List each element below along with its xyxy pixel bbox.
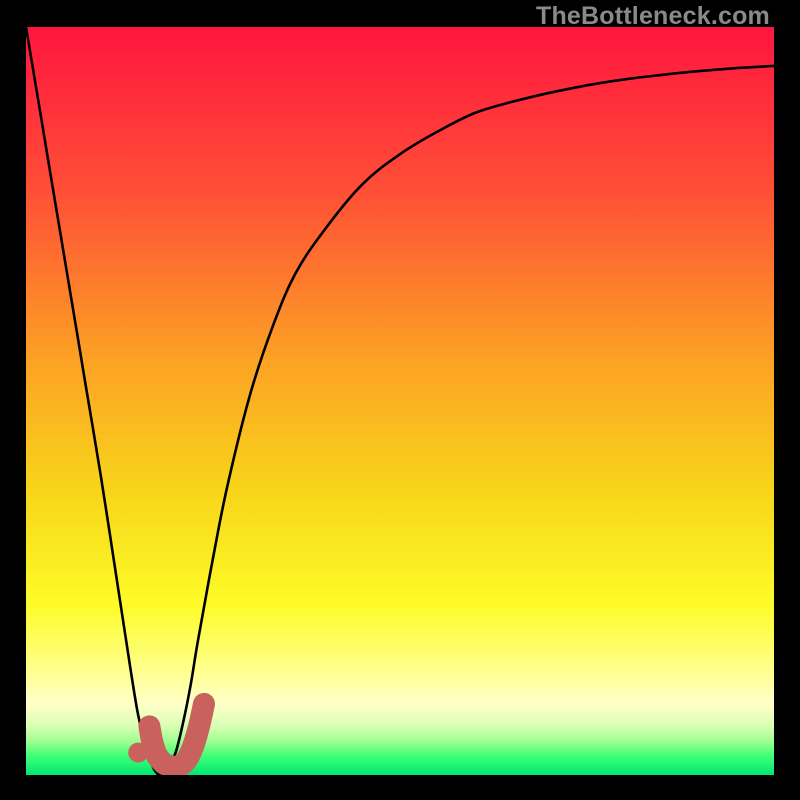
bottleneck-curve bbox=[26, 27, 774, 775]
j-marker-dot bbox=[128, 743, 148, 763]
curves-layer bbox=[26, 27, 774, 775]
watermark-text: TheBottleneck.com bbox=[536, 2, 770, 31]
plot-area bbox=[26, 27, 774, 775]
j-marker-stroke bbox=[149, 704, 204, 767]
chart-frame: TheBottleneck.com bbox=[0, 0, 800, 800]
